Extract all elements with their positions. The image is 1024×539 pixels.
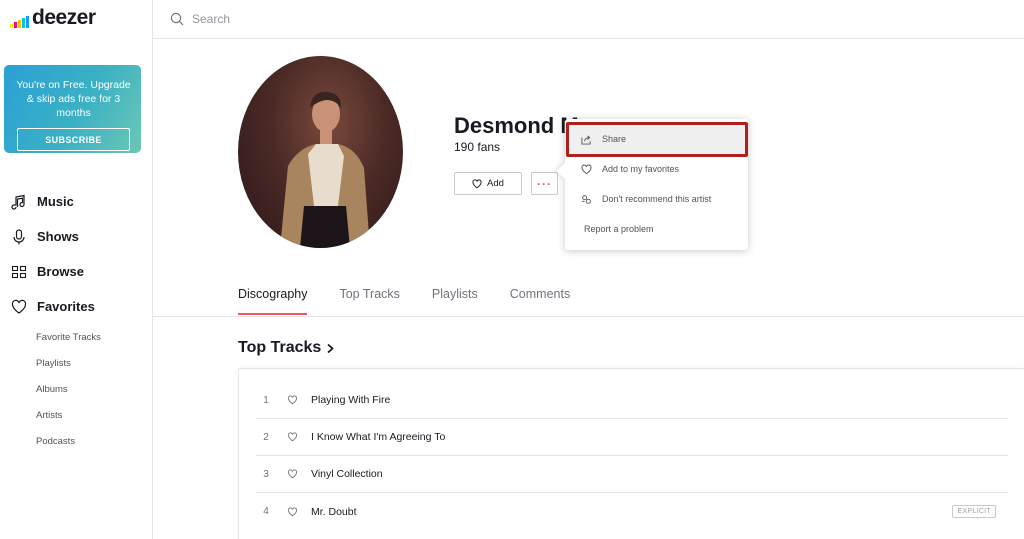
sidebar-subitem-artists[interactable]: Artists [36,408,101,434]
heart-icon[interactable] [287,469,298,479]
heart-icon[interactable] [287,395,298,405]
track-number: 2 [263,431,269,443]
not-recommend-icon [581,194,591,204]
sidebar-item-favorites[interactable]: Favorites [0,289,153,324]
artist-name: Desmond M [454,113,579,138]
track-title[interactable]: Vinyl Collection [311,468,1008,480]
sidebar-item-label: Favorites [37,299,95,314]
sidebar-item-shows[interactable]: Shows [0,219,153,254]
main-nav: Music Shows Browse Favorites [0,184,153,324]
deezer-app: deezer You're on Free. Upgrade & skip ad… [0,0,1024,539]
artist-avatar [238,56,403,248]
add-button-label: Add [487,178,504,189]
tab-playlists[interactable]: Playlists [432,281,478,315]
menu-item-label: Add to my favorites [602,164,680,174]
logo-text: deezer [32,6,96,29]
menu-item-dont-recommend[interactable]: Don't recommend this artist [565,184,748,214]
grid-icon [11,265,27,278]
track-title[interactable]: Playing With Fire [311,394,1008,406]
track-row[interactable]: 2 I Know What I'm Agreeing To [256,419,1008,456]
promo-text: You're on Free. Upgrade & skip ads free … [16,79,131,119]
menu-item-label: Don't recommend this artist [602,194,712,204]
tab-comments[interactable]: Comments [510,281,570,315]
heart-icon[interactable] [287,432,298,442]
share-icon [581,134,591,145]
top-tracks-title: Top Tracks [238,339,322,356]
menu-item-label: Share [602,134,627,144]
menu-item-label: Report a problem [584,224,654,234]
sidebar-item-label: Browse [37,264,84,279]
more-options-button[interactable]: ··· [531,172,558,195]
sidebar-item-label: Music [37,194,74,209]
track-number: 1 [263,394,269,406]
tab-discography[interactable]: Discography [238,281,308,315]
sidebar-item-label: Shows [37,229,79,244]
heart-icon [472,178,482,188]
top-tracks-list: 1 Playing With Fire 2 I Know What I'm Ag… [238,368,1024,539]
track-title[interactable]: I Know What I'm Agreeing To [311,431,1008,443]
menu-item-add-to-favorites[interactable]: Add to my favorites [565,154,748,184]
track-row[interactable]: 4 Mr. Doubt EXPLICIT [256,493,1008,530]
music-note-icon [11,194,25,210]
track-row[interactable]: 3 Vinyl Collection [256,456,1008,493]
heart-icon [581,164,592,174]
artist-context-menu: Share Add to my favorites Don't recommen… [556,119,748,250]
deezer-logo[interactable]: deezer [10,6,96,28]
sidebar-item-music[interactable]: Music [0,184,153,219]
chevron-right-icon [327,343,335,353]
logo-bars-icon [10,14,29,28]
microphone-icon [13,228,25,244]
artist-fans-count: 190 fans [454,140,501,154]
menu-item-share[interactable]: Share [565,124,748,154]
sidebar-subitem-podcasts[interactable]: Podcasts [36,434,101,460]
heart-icon [11,299,27,314]
sidebar-subitem-favorite-tracks[interactable]: Favorite Tracks [36,330,101,356]
upgrade-promo: You're on Free. Upgrade & skip ads free … [4,65,141,153]
menu-item-report-problem[interactable]: Report a problem [565,214,748,244]
track-title[interactable]: Mr. Doubt [311,506,1008,518]
artist-photo [280,91,370,248]
artist-tabs: Discography Top Tracks Playlists Comment… [238,281,602,315]
sidebar-subitem-playlists[interactable]: Playlists [36,356,101,382]
track-number: 3 [263,468,269,480]
sidebar-item-browse[interactable]: Browse [0,254,153,289]
subscribe-button[interactable]: SUBSCRIBE [17,128,130,151]
tab-top-tracks[interactable]: Top Tracks [339,281,399,315]
top-tracks-heading[interactable]: Top Tracks [238,339,335,357]
tabs-divider [153,316,1024,317]
search-input[interactable] [192,12,492,26]
explicit-badge: EXPLICIT [952,505,996,518]
sidebar-subitem-albums[interactable]: Albums [36,382,101,408]
favorites-sub-nav: Favorite Tracks Playlists Albums Artists… [36,330,101,460]
add-to-favorites-button[interactable]: Add [454,172,522,195]
track-row[interactable]: 1 Playing With Fire [256,382,1008,419]
search-icon[interactable] [170,12,184,26]
heart-icon[interactable] [287,506,298,517]
sidebar: deezer You're on Free. Upgrade & skip ad… [0,0,153,539]
track-number: 4 [263,506,269,517]
search-bar [153,0,1024,39]
